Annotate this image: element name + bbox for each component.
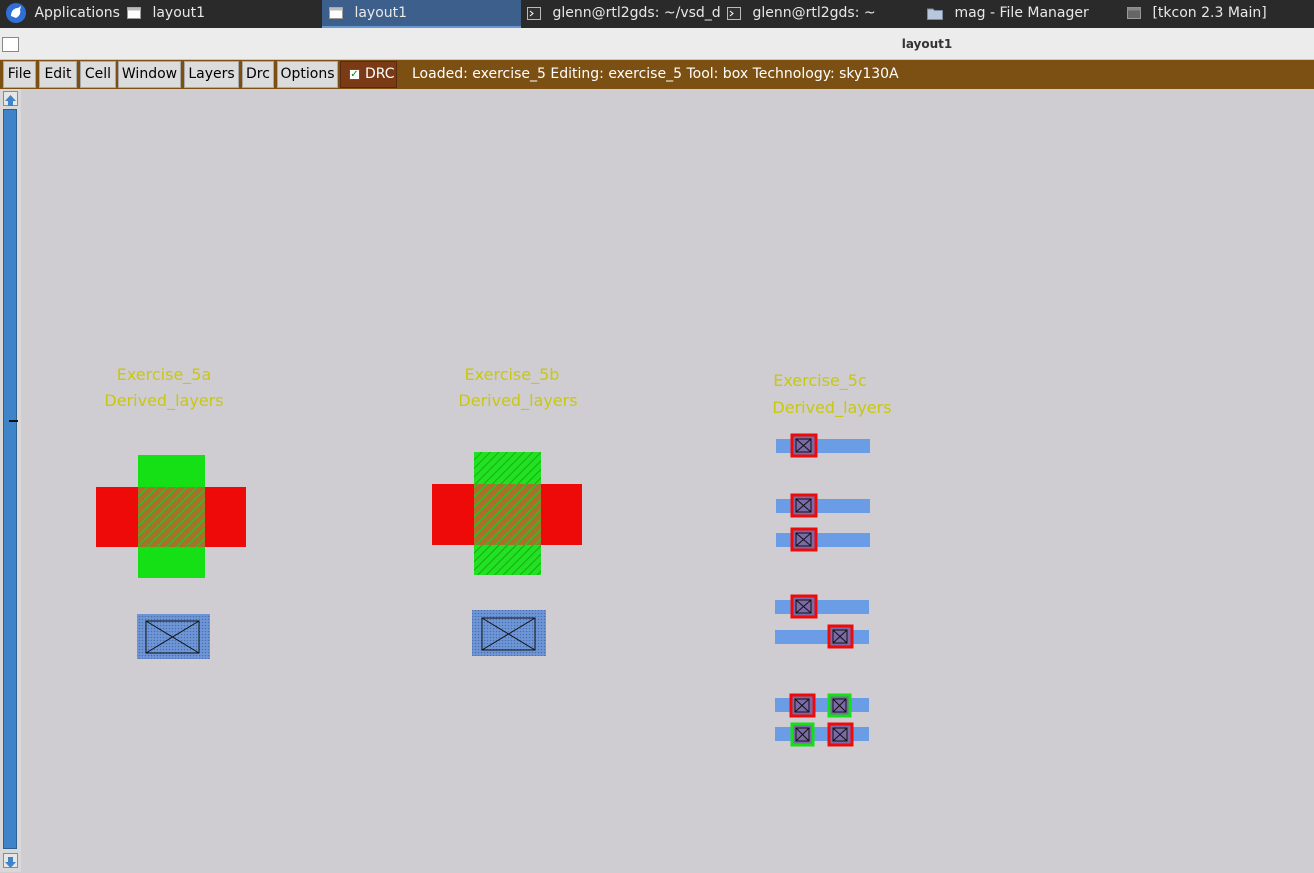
exercise-5b-cell[interactable]: Exercise_5b Derived_layers [432,365,582,656]
via-red[interactable] [790,594,818,619]
transistor-overlap[interactable] [138,487,205,547]
metal-wire[interactable] [776,439,870,453]
exercise-5a-label: Exercise_5a [117,365,212,385]
exercise-5c-label: Exercise_5c [773,371,867,391]
exercise-5b-sublabel: Derived_layers [458,391,577,411]
metal-wire[interactable] [775,600,869,614]
via-red[interactable] [790,527,818,552]
metal-wire[interactable] [775,727,869,741]
metal-wire[interactable] [775,630,869,644]
via-green[interactable] [827,693,852,718]
exercise-5a-cell[interactable]: Exercise_5a Derived_layers [96,365,246,659]
exercise-5c-cell[interactable]: Exercise_5c Derived_layers [772,371,892,747]
metal-wire[interactable] [775,698,869,712]
metal-wire[interactable] [776,533,870,547]
via-red[interactable] [827,624,854,649]
exercise-5b-label: Exercise_5b [465,365,560,385]
exercise-5a-sublabel: Derived_layers [104,391,223,411]
via-red[interactable] [789,693,816,718]
via-green[interactable] [790,722,815,747]
transistor-overlap[interactable] [474,484,541,545]
via-red[interactable] [790,493,818,518]
via-red[interactable] [790,433,818,458]
exercise-5c-sublabel: Derived_layers [772,398,891,418]
layout-canvas[interactable]: Exercise_5a Derived_layers Exercise_5b D… [0,0,1314,872]
via-red[interactable] [827,722,854,747]
metal-wire[interactable] [776,499,870,513]
